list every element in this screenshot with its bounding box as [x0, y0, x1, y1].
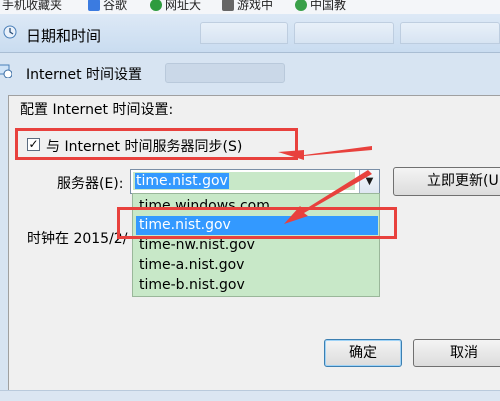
server-label: 服务器(E): — [57, 176, 124, 192]
server-option[interactable]: time-a.nist.gov — [136, 256, 378, 275]
sync-highlight-box — [15, 128, 298, 160]
dialog-title: Internet 时间设置 — [26, 67, 143, 83]
bookmark-item[interactable]: 中国教 — [295, 0, 346, 13]
update-now-button[interactable]: 立即更新(U — [393, 167, 500, 196]
clock-icon — [3, 25, 17, 39]
cancel-button[interactable]: 取消 — [413, 339, 500, 367]
gamepad-icon — [222, 0, 234, 11]
ok-button[interactable]: 确定 — [324, 339, 402, 367]
clock-status-text: 时钟在 2015/2/ — [27, 231, 128, 247]
bookmark-item[interactable]: 游戏中 — [222, 0, 273, 13]
bookmark-bar: 手机收藏夹 谷歌 网址大 游戏中 中国教 — [0, 0, 500, 15]
network-clock-icon — [0, 62, 13, 79]
bookmark-item-label: 中国教 — [310, 0, 347, 12]
bookmark-item[interactable]: 网址大 — [150, 0, 201, 13]
bottom-strip — [0, 390, 500, 401]
google-icon — [88, 0, 100, 11]
server-option[interactable]: time-b.nist.gov — [136, 276, 378, 295]
bookmark-item[interactable]: 谷歌 — [88, 0, 127, 13]
bookmark-item-label: 游戏中 — [237, 0, 274, 12]
bookmark-item-label: 谷歌 — [103, 0, 128, 12]
selected-option-highlight-box — [117, 207, 397, 239]
bookmark-item[interactable]: 手机收藏夹 — [2, 0, 62, 13]
bookmark-item-label: 手机收藏夹 — [2, 0, 63, 12]
outer-window-titlebar: 日期和时间 — [0, 14, 500, 53]
outer-window-title: 日期和时间 — [26, 27, 102, 45]
server-combobox-value[interactable]: time.nist.gov — [133, 172, 355, 190]
background-tab — [200, 22, 288, 44]
background-tab — [294, 22, 394, 44]
bookmark-item-label: 网址大 — [165, 0, 202, 12]
dropdown-arrow-button[interactable]: ▼ — [359, 170, 379, 193]
background-tab — [165, 63, 285, 83]
server-value-text: time.nist.gov — [135, 173, 229, 189]
education-icon — [295, 0, 307, 11]
chevron-down-icon: ▼ — [365, 176, 374, 187]
background-tab — [400, 22, 500, 44]
web-icon — [150, 0, 162, 11]
config-heading: 配置 Internet 时间设置: — [20, 102, 174, 118]
